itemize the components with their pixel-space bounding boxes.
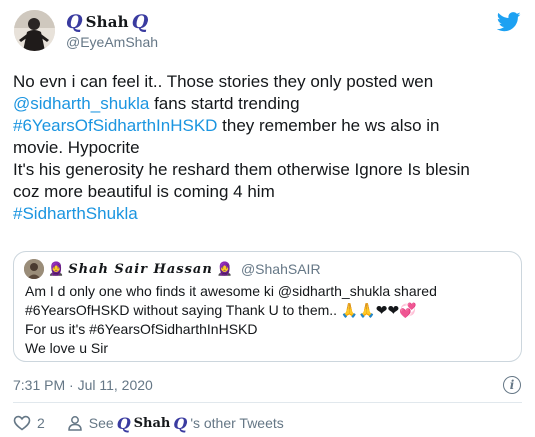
like-count: 2 bbox=[37, 415, 45, 431]
info-icon[interactable]: i bbox=[503, 376, 521, 394]
woman-emoji-icon: 🧕 bbox=[48, 261, 65, 276]
see-suffix: 's other Tweets bbox=[190, 415, 284, 431]
tweet-line: coz more beautiful is coming 4 him bbox=[13, 181, 523, 203]
quoted-tweet-header: 🧕 Shah Sair Hassan 🧕 @ShahSAIR bbox=[24, 259, 321, 279]
quoted-author-handle: @ShahSAIR bbox=[240, 261, 321, 277]
tweet-line: movie. Hypocrite bbox=[13, 137, 523, 159]
quoted-line: For us it's #6YearsOfSidharthInHSKD bbox=[25, 321, 258, 337]
name-decoration: Q bbox=[66, 10, 83, 33]
see-prefix: See bbox=[88, 415, 114, 431]
see-other-tweets-link[interactable]: See Q Shah Q's other Tweets bbox=[89, 414, 284, 433]
name-decoration: Q bbox=[131, 10, 149, 33]
tweet-actions: 2 See Q Shah Q's other Tweets bbox=[13, 413, 284, 433]
quoted-author-name: Shah Sair Hassan bbox=[68, 261, 213, 277]
name-decoration: Q bbox=[116, 413, 131, 433]
author-handle[interactable]: @EyeAmShah bbox=[66, 34, 158, 50]
quoted-line: We love u Sir bbox=[25, 340, 108, 356]
quoted-line: Am I d only one who finds it awesome ki … bbox=[25, 283, 437, 299]
twitter-bird-icon[interactable] bbox=[497, 12, 521, 32]
tweet-text-segment: It's his generosity he reshard them othe… bbox=[13, 160, 470, 179]
quoted-tweet[interactable]: 🧕 Shah Sair Hassan 🧕 @ShahSAIR Am I d on… bbox=[13, 251, 522, 362]
quoted-tweet-body: Am I d only one who finds it awesome ki … bbox=[25, 282, 515, 358]
tweet-text-segment: movie. Hypocrite bbox=[13, 138, 140, 157]
tweet-line: #SidharthShukla bbox=[13, 203, 523, 225]
tweet-body: No evn i can feel it.. Those stories the… bbox=[13, 71, 523, 225]
woman-emoji-icon: 🧕 bbox=[216, 261, 233, 276]
person-icon bbox=[68, 416, 82, 431]
mention-link[interactable]: @sidharth_shukla bbox=[13, 94, 149, 113]
author-avatar[interactable] bbox=[14, 10, 55, 51]
author-display-name[interactable]: Shah bbox=[86, 13, 129, 31]
tweet-text-segment: they remember he ws also in bbox=[217, 116, 440, 135]
tweet-line: #6YearsOfSidharthInHSKD they remember he… bbox=[13, 115, 523, 137]
tweet-text-segment: No evn i can feel it.. Those stories the… bbox=[13, 72, 434, 91]
tweet-timestamp[interactable]: 7:31 PM · Jul 11, 2020 bbox=[13, 377, 153, 393]
tweet-line: It's his generosity he reshard them othe… bbox=[13, 159, 523, 181]
hashtag-link[interactable]: #SidharthShukla bbox=[13, 204, 138, 223]
tweet-text-segment: fans startd trending bbox=[149, 94, 300, 113]
heart-icon[interactable] bbox=[13, 415, 31, 431]
quoted-line: #6YearsOfHSKD without saying Thank U to … bbox=[25, 302, 417, 318]
quoted-author-avatar bbox=[24, 259, 44, 279]
author-name-row[interactable]: Q Shah Q bbox=[66, 12, 148, 32]
tweet-card: Q Shah Q @EyeAmShah No evn i can feel it… bbox=[0, 0, 535, 437]
hashtag-link[interactable]: #6YearsOfSidharthInHSKD bbox=[13, 116, 217, 135]
name-decoration: Q bbox=[173, 413, 188, 433]
tweet-line: @sidharth_shukla fans startd trending bbox=[13, 93, 523, 115]
divider bbox=[13, 402, 522, 403]
see-author-name: Shah bbox=[133, 415, 171, 431]
tweet-text-segment: coz more beautiful is coming 4 him bbox=[13, 182, 275, 201]
tweet-line: No evn i can feel it.. Those stories the… bbox=[13, 71, 523, 93]
